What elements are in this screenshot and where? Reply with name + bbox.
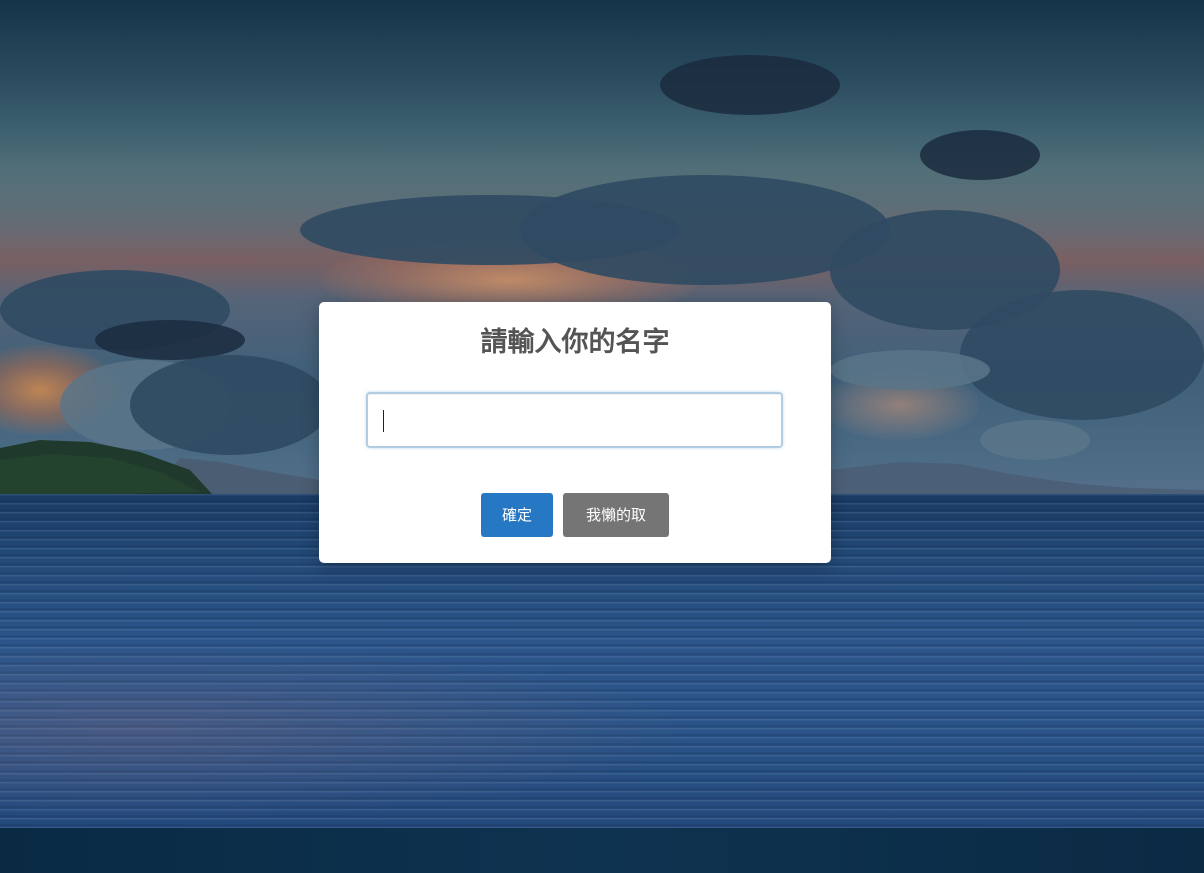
cloud [660,55,840,115]
sea-reflection [0,640,700,820]
cloud [95,320,245,360]
confirm-button[interactable]: 確定 [481,493,553,537]
dialog-title: 請輸入你的名字 [480,327,670,358]
cancel-button[interactable]: 我懶的取 [563,493,669,537]
text-caret [383,410,384,432]
dialog-actions: 確定 我懶的取 [319,493,831,537]
cloud [830,350,990,390]
cloud [960,290,1204,420]
name-dialog: 請輸入你的名字 確定 我懶的取 [319,302,831,563]
name-input[interactable] [366,392,783,448]
bottom-edge [0,828,1204,873]
cloud [920,130,1040,180]
